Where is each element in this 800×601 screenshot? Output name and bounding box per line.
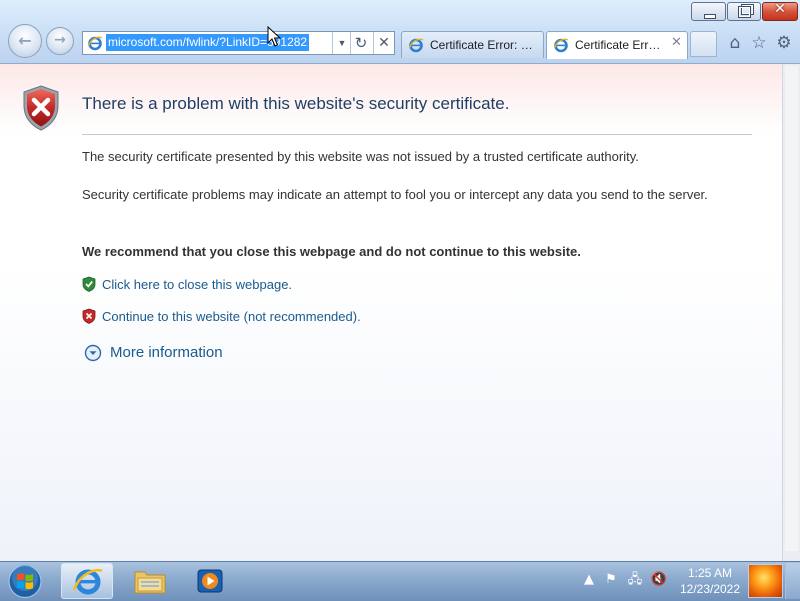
restore-icon — [738, 6, 751, 18]
restore-button[interactable] — [727, 2, 761, 21]
address-dropdown-icon[interactable]: ▼ — [335, 34, 349, 52]
back-button[interactable]: ← — [8, 24, 42, 58]
explanation-paragraph: The security certificate presented by th… — [82, 149, 639, 164]
mouse-cursor-icon — [267, 26, 281, 47]
recommendation-text: We recommend that you close this webpage… — [82, 244, 581, 259]
stop-icon[interactable]: ✕ — [374, 33, 394, 53]
ie-tab-icon — [553, 38, 569, 53]
address-bar[interactable]: microsoft.com/fwlink/?LinkID=391282 ▼ ↻ … — [82, 31, 395, 55]
warning-paragraph: Security certificate problems may indica… — [82, 187, 708, 202]
start-button[interactable] — [3, 563, 48, 600]
taskbar-windows-explorer[interactable] — [124, 563, 176, 599]
show-desktop-button[interactable] — [785, 563, 800, 599]
ie-page-icon — [87, 36, 103, 51]
taskbar-media-player[interactable] — [183, 563, 235, 599]
action-center-flag-icon[interactable]: ⚑ — [602, 571, 620, 589]
expand-chevron-icon — [84, 344, 102, 362]
media-player-icon — [197, 569, 223, 593]
user-desktop-thumbnail-icon[interactable] — [748, 564, 783, 598]
forward-button[interactable]: → — [46, 27, 74, 55]
red-shield-x-icon — [82, 308, 96, 324]
internet-explorer-icon — [72, 568, 103, 595]
minimize-button[interactable] — [691, 2, 726, 21]
page-content: There is a problem with this website's s… — [0, 64, 782, 561]
close-webpage-link-label[interactable]: Click here to close this webpage. — [102, 277, 292, 292]
green-shield-check-icon — [82, 276, 96, 292]
more-information-label[interactable]: More information — [110, 344, 223, 361]
continue-link-label[interactable]: Continue to this website (not recommende… — [102, 309, 361, 324]
security-error-shield-icon — [23, 85, 59, 131]
clock-time[interactable]: 1:25 AM — [666, 566, 754, 580]
tools-gear-icon[interactable]: ⚙ — [773, 32, 795, 54]
ie-tab-icon — [408, 38, 424, 53]
back-arrow-icon: ← — [18, 31, 32, 50]
show-hidden-icons-icon[interactable]: ▲ — [580, 571, 598, 589]
tab-label: Certificate Error: N... — [430, 38, 538, 52]
network-icon[interactable]: 🖧 — [626, 571, 644, 589]
tab-certificate-error-1[interactable]: Certificate Error: N... — [401, 31, 544, 58]
browser-chrome: ✕ ← → microsoft.com/fwlink/?LinkID=39128… — [0, 0, 800, 64]
taskbar-internet-explorer[interactable] — [61, 563, 113, 599]
vertical-scrollbar[interactable] — [782, 64, 800, 561]
tab-certificate-error-active[interactable]: Certificate Error... ✕ — [546, 31, 688, 59]
page-title: There is a problem with this website's s… — [82, 94, 510, 113]
tab-label: Certificate Error... — [575, 38, 665, 52]
new-tab-button[interactable] — [690, 31, 717, 57]
minimize-icon — [704, 14, 716, 19]
taskbar: ▲ ⚑ 🖧 🔇 1:25 AM 12/23/2022 — [0, 561, 800, 601]
scrollbar-track[interactable] — [785, 66, 798, 551]
forward-arrow-icon: → — [54, 32, 66, 48]
address-separator — [332, 32, 333, 54]
refresh-icon[interactable]: ↻ — [351, 33, 371, 53]
close-window-button[interactable]: ✕ — [762, 1, 798, 21]
title-divider — [82, 134, 752, 135]
folder-icon — [134, 571, 166, 594]
home-icon[interactable]: ⌂ — [724, 32, 746, 54]
favorites-star-icon[interactable]: ☆ — [748, 32, 770, 54]
clock-date[interactable]: 12/23/2022 — [666, 582, 754, 596]
close-icon: ✕ — [774, 1, 786, 17]
close-tab-icon[interactable]: ✕ — [671, 35, 682, 50]
